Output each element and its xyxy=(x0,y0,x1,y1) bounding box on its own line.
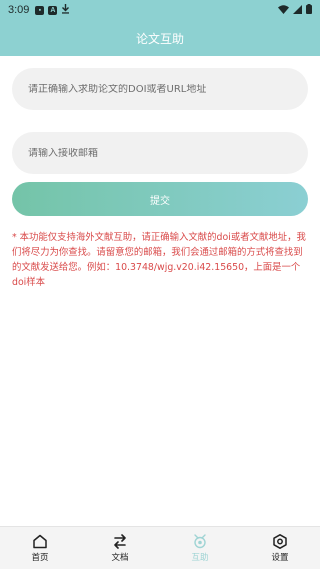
signal-icon xyxy=(293,4,302,17)
a-icon: A xyxy=(48,5,58,15)
tab-settings-label: 设置 xyxy=(271,552,289,563)
status-bar: 3:09 ▪ A xyxy=(0,0,320,20)
help-icon xyxy=(192,533,208,549)
page-title: 论文互助 xyxy=(135,31,184,46)
battery-icon xyxy=(306,3,312,17)
doi-input[interactable] xyxy=(28,83,292,95)
bottom-tab-bar: 首页 文档 互助 设置 xyxy=(0,526,320,569)
wifi-icon xyxy=(278,4,289,17)
photo-icon: ▪ xyxy=(35,5,45,15)
doi-field[interactable] xyxy=(12,68,308,110)
download-icon xyxy=(61,3,70,17)
tab-mutual-help[interactable]: 互助 xyxy=(160,527,240,569)
email-input[interactable] xyxy=(28,147,292,159)
tab-documents-label: 文档 xyxy=(111,552,129,563)
tab-documents[interactable]: 文档 xyxy=(80,527,160,569)
tab-settings[interactable]: 设置 xyxy=(240,527,320,569)
swap-icon xyxy=(112,533,128,549)
submit-button[interactable]: 提交 xyxy=(12,182,308,216)
app-bar: 论文互助 xyxy=(0,20,320,56)
home-icon xyxy=(32,534,48,549)
tab-mutual-help-label: 互助 xyxy=(191,552,209,563)
tab-home[interactable]: 首页 xyxy=(0,527,80,569)
tab-home-label: 首页 xyxy=(31,552,49,563)
gear-icon xyxy=(272,533,288,549)
email-field[interactable] xyxy=(12,132,308,174)
status-time: 3:09 xyxy=(8,4,30,16)
notice-text: * 本功能仅支持海外文献互助，请正确输入文献的doi或者文献地址，我们将尽力为你… xyxy=(12,232,306,288)
